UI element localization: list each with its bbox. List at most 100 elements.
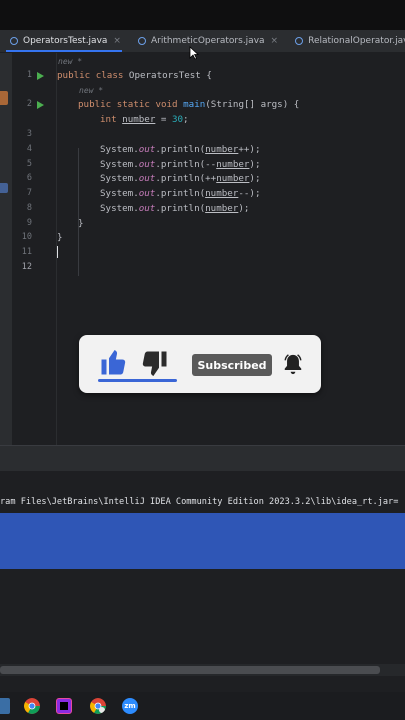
variable: number bbox=[205, 203, 239, 214]
bell-icon[interactable] bbox=[282, 352, 304, 376]
class-ref: System. bbox=[100, 188, 139, 199]
line-number: 3 bbox=[26, 129, 32, 139]
tab-label: OperatorsTest.java bbox=[23, 36, 108, 46]
chrome-profile-icon[interactable] bbox=[90, 698, 106, 714]
variable: number bbox=[122, 114, 156, 125]
line-number: 7 bbox=[26, 188, 32, 198]
close-paren: ); bbox=[249, 173, 261, 184]
operator: = bbox=[155, 114, 172, 125]
number-literal: 30 bbox=[171, 114, 184, 125]
editor-tab-bar: OperatorsTest.java × ArithmeticOperators… bbox=[0, 30, 405, 53]
file-explorer-icon[interactable] bbox=[0, 698, 10, 714]
line-number: 1 bbox=[26, 70, 32, 80]
line-number: 4 bbox=[26, 144, 32, 154]
close-brace: } bbox=[57, 232, 63, 243]
method-name: main bbox=[183, 99, 206, 110]
zoom-icon[interactable]: zm bbox=[122, 698, 138, 714]
console-selection bbox=[0, 513, 405, 569]
class-ref: System. bbox=[100, 144, 139, 155]
keyword: int bbox=[100, 114, 117, 125]
variable: number bbox=[216, 159, 250, 170]
code-line-11: } bbox=[57, 230, 63, 245]
tab-arithmetic-operators[interactable]: ArithmeticOperators.java × bbox=[128, 30, 285, 52]
code-line-2: public static void main(String[] args) { bbox=[78, 97, 299, 112]
class-ref: System. bbox=[100, 159, 139, 170]
code-line-7: System.out.println(++number); bbox=[100, 171, 261, 186]
line-number-current: 12 bbox=[21, 262, 32, 272]
java-class-icon bbox=[295, 37, 304, 45]
method-call: .println( bbox=[155, 188, 206, 199]
like-underline bbox=[98, 379, 177, 382]
line-number: 11 bbox=[21, 247, 32, 257]
postfix-op: --); bbox=[238, 188, 261, 199]
variable: number bbox=[216, 173, 250, 184]
field-ref: out bbox=[138, 173, 156, 184]
close-brace: } bbox=[78, 218, 84, 229]
keyword: public class bbox=[57, 70, 124, 81]
intellij-icon-inner bbox=[60, 702, 68, 710]
prefix-op: -- bbox=[205, 159, 217, 170]
run-class-icon[interactable] bbox=[37, 72, 44, 80]
tab-relational-operator[interactable]: RelationalOperator.java bbox=[285, 30, 405, 52]
close-paren: ); bbox=[249, 159, 261, 170]
code-line-9: System.out.println(number); bbox=[100, 201, 249, 216]
author-hint: new * bbox=[79, 86, 104, 95]
intellij-icon[interactable] bbox=[56, 698, 72, 714]
code-line-6: System.out.println(--number); bbox=[100, 157, 261, 172]
mouse-pointer-icon bbox=[189, 46, 199, 60]
close-paren: ); bbox=[238, 203, 250, 214]
subscribed-button[interactable]: Subscribed bbox=[192, 354, 272, 376]
java-class-icon bbox=[137, 37, 146, 45]
thumbs-up-icon[interactable] bbox=[99, 347, 129, 377]
line-number: 10 bbox=[21, 232, 32, 242]
indent-guide bbox=[78, 148, 79, 276]
top-black-band bbox=[0, 0, 405, 30]
tool-marker[interactable] bbox=[0, 183, 8, 193]
method-call: .println( bbox=[155, 203, 206, 214]
bookmark-marker[interactable] bbox=[0, 91, 8, 105]
variable: number bbox=[205, 144, 239, 155]
author-hint: new * bbox=[58, 57, 83, 66]
class-ref: System. bbox=[100, 203, 139, 214]
class-decl: OperatorsTest { bbox=[123, 70, 212, 81]
keyword: public static void bbox=[78, 99, 178, 110]
tool-window-header bbox=[0, 445, 405, 471]
chrome-icon[interactable] bbox=[24, 698, 40, 714]
params: (String[] args) { bbox=[205, 99, 300, 110]
java-class-icon bbox=[10, 37, 18, 45]
line-number: 6 bbox=[26, 173, 32, 183]
semicolon: ; bbox=[183, 114, 189, 125]
text-caret bbox=[57, 246, 58, 258]
subscribe-overlay: Subscribed bbox=[79, 335, 321, 393]
field-ref: out bbox=[138, 159, 156, 170]
method-call: .println( bbox=[155, 144, 206, 155]
prefix-op: ++ bbox=[205, 173, 217, 184]
method-call: .println( bbox=[155, 173, 206, 184]
console-command-line: ram Files\JetBrains\IntelliJ IDEA Commun… bbox=[0, 497, 399, 507]
horizontal-scrollbar[interactable] bbox=[0, 666, 380, 674]
field-ref: out bbox=[138, 203, 156, 214]
tool-window-strip bbox=[0, 53, 12, 445]
code-line-3: int number = 30; bbox=[100, 112, 189, 127]
tab-label: ArithmeticOperators.java bbox=[150, 36, 265, 46]
tab-label: RelationalOperator.java bbox=[308, 36, 405, 46]
variable: number bbox=[205, 188, 239, 199]
code-line-8: System.out.println(number--); bbox=[100, 186, 260, 201]
field-ref: out bbox=[138, 144, 156, 155]
tab-operators-test[interactable]: OperatorsTest.java × bbox=[0, 30, 128, 52]
editor-gutter: 1 2 3 4 5 6 7 8 9 10 11 12 bbox=[12, 53, 57, 445]
code-line-10: } bbox=[78, 216, 84, 231]
postfix-op: ++); bbox=[238, 144, 261, 155]
line-number: 2 bbox=[26, 99, 32, 109]
tab-close-icon[interactable]: × bbox=[113, 36, 121, 46]
field-ref: out bbox=[138, 188, 156, 199]
line-number: 5 bbox=[26, 159, 32, 169]
code-line-1: public class OperatorsTest { bbox=[57, 68, 212, 83]
method-call: .println( bbox=[155, 159, 206, 170]
tab-close-icon[interactable]: × bbox=[271, 36, 279, 46]
code-line-5: System.out.println(number++); bbox=[100, 142, 260, 157]
thumbs-down-icon[interactable] bbox=[139, 349, 169, 379]
class-ref: System. bbox=[100, 173, 139, 184]
run-main-icon[interactable] bbox=[37, 101, 44, 109]
line-number: 9 bbox=[26, 218, 32, 228]
